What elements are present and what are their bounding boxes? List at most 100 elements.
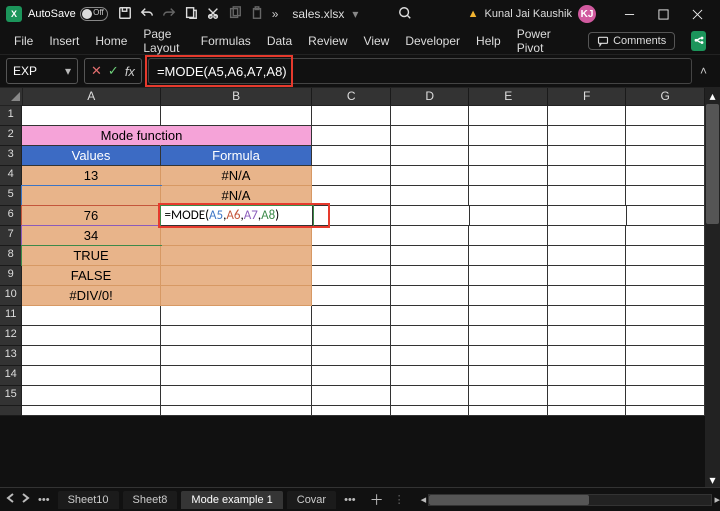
- cell[interactable]: [161, 346, 313, 366]
- cell[interactable]: [469, 146, 548, 166]
- vertical-scrollbar[interactable]: ▴ ▾: [705, 88, 720, 487]
- scroll-thumb[interactable]: [429, 495, 589, 505]
- cell[interactable]: [391, 406, 470, 416]
- tab-page-layout[interactable]: Page Layout: [143, 27, 184, 55]
- tab-view[interactable]: View: [364, 34, 390, 48]
- cell[interactable]: [161, 406, 313, 416]
- scroll-right-icon[interactable]: ▸: [714, 493, 720, 506]
- tab-insert[interactable]: Insert: [49, 34, 79, 48]
- cell[interactable]: [312, 406, 391, 416]
- tab-data[interactable]: Data: [267, 34, 292, 48]
- cell[interactable]: [312, 306, 391, 326]
- cell[interactable]: [548, 186, 627, 206]
- paste-icon[interactable]: [250, 6, 264, 23]
- comments-button[interactable]: Comments: [588, 32, 675, 50]
- cell[interactable]: [161, 326, 313, 346]
- name-box[interactable]: EXP ▾: [6, 58, 78, 84]
- grid[interactable]: A B C D E F G 1 2Mode function 3ValuesFo…: [0, 88, 705, 487]
- expand-formula-bar-icon[interactable]: ˄: [700, 64, 714, 78]
- cell[interactable]: [470, 206, 549, 226]
- sheet-tab[interactable]: Sheet8: [123, 491, 178, 509]
- scroll-left-icon[interactable]: ◂: [421, 493, 427, 506]
- cell[interactable]: [548, 406, 627, 416]
- active-cell[interactable]: =MODE(A5,A6,A7,A8): [161, 206, 313, 226]
- scroll-thumb[interactable]: [706, 104, 719, 224]
- tab-file[interactable]: File: [14, 34, 33, 48]
- cell[interactable]: [626, 226, 705, 246]
- cell[interactable]: [22, 186, 160, 206]
- switch-off-icon[interactable]: Off: [80, 7, 108, 21]
- cell[interactable]: [391, 146, 470, 166]
- cell[interactable]: [626, 386, 705, 406]
- cell[interactable]: [391, 126, 470, 146]
- cell[interactable]: [469, 286, 548, 306]
- cell[interactable]: [312, 286, 391, 306]
- cell[interactable]: [22, 366, 160, 386]
- cell[interactable]: [391, 206, 470, 226]
- tab-nav-more-icon[interactable]: •••: [340, 494, 360, 506]
- cell[interactable]: [548, 346, 627, 366]
- col-header[interactable]: C: [312, 88, 391, 106]
- cell[interactable]: [161, 386, 313, 406]
- col-header[interactable]: B: [161, 88, 313, 106]
- cell[interactable]: [548, 126, 627, 146]
- tab-nav-prev-icon[interactable]: [6, 493, 16, 506]
- tab-formulas[interactable]: Formulas: [201, 34, 251, 48]
- cell[interactable]: #N/A: [161, 166, 313, 186]
- row-header[interactable]: 16: [0, 406, 22, 416]
- cell[interactable]: [469, 406, 548, 416]
- row-header[interactable]: 5: [0, 186, 22, 206]
- cell[interactable]: [22, 406, 160, 416]
- cell[interactable]: 34: [22, 226, 160, 246]
- cell[interactable]: [161, 306, 313, 326]
- cell[interactable]: [391, 106, 470, 126]
- row-header[interactable]: 14: [0, 366, 22, 386]
- row-header[interactable]: 11: [0, 306, 22, 326]
- cell[interactable]: [312, 246, 391, 266]
- cell[interactable]: [469, 386, 548, 406]
- enter-icon[interactable]: ✓: [108, 63, 119, 79]
- cell[interactable]: [22, 326, 160, 346]
- cell[interactable]: [161, 106, 313, 126]
- search-icon[interactable]: [398, 6, 412, 23]
- cell[interactable]: [312, 266, 391, 286]
- cell[interactable]: [391, 186, 470, 206]
- cell[interactable]: 76: [22, 206, 160, 226]
- col-header[interactable]: D: [391, 88, 470, 106]
- cell[interactable]: [161, 266, 313, 286]
- cell[interactable]: [626, 406, 705, 416]
- cell[interactable]: [161, 366, 313, 386]
- horizontal-scrollbar[interactable]: ◂ ▸: [421, 493, 720, 506]
- cell[interactable]: [469, 186, 548, 206]
- cell[interactable]: [22, 106, 160, 126]
- maximize-button[interactable]: [646, 0, 680, 28]
- cell[interactable]: [312, 186, 391, 206]
- cell[interactable]: [22, 346, 160, 366]
- cell[interactable]: [548, 326, 627, 346]
- cell[interactable]: [391, 286, 470, 306]
- cell[interactable]: [312, 146, 391, 166]
- row-header[interactable]: 7: [0, 226, 22, 246]
- cell[interactable]: 13: [22, 166, 160, 186]
- cell[interactable]: TRUE: [22, 246, 160, 266]
- chevron-down-icon[interactable]: ▾: [65, 64, 71, 78]
- cell[interactable]: [391, 266, 470, 286]
- tab-power-pivot[interactable]: Power Pivot: [517, 27, 556, 55]
- cell[interactable]: [626, 146, 705, 166]
- row-header[interactable]: 2: [0, 126, 22, 146]
- cell[interactable]: [469, 166, 548, 186]
- cut-icon[interactable]: [206, 6, 220, 23]
- new-sheet-icon[interactable]: [184, 6, 198, 23]
- cell[interactable]: [312, 386, 391, 406]
- cell[interactable]: [548, 266, 627, 286]
- cell[interactable]: [469, 306, 548, 326]
- cell[interactable]: [469, 106, 548, 126]
- cell[interactable]: [312, 126, 391, 146]
- row-header[interactable]: 12: [0, 326, 22, 346]
- fx-icon[interactable]: fx: [125, 64, 135, 79]
- scroll-down-icon[interactable]: ▾: [705, 472, 720, 487]
- cell[interactable]: [22, 386, 160, 406]
- cell[interactable]: [312, 366, 391, 386]
- cell[interactable]: [391, 366, 470, 386]
- cell[interactable]: [469, 326, 548, 346]
